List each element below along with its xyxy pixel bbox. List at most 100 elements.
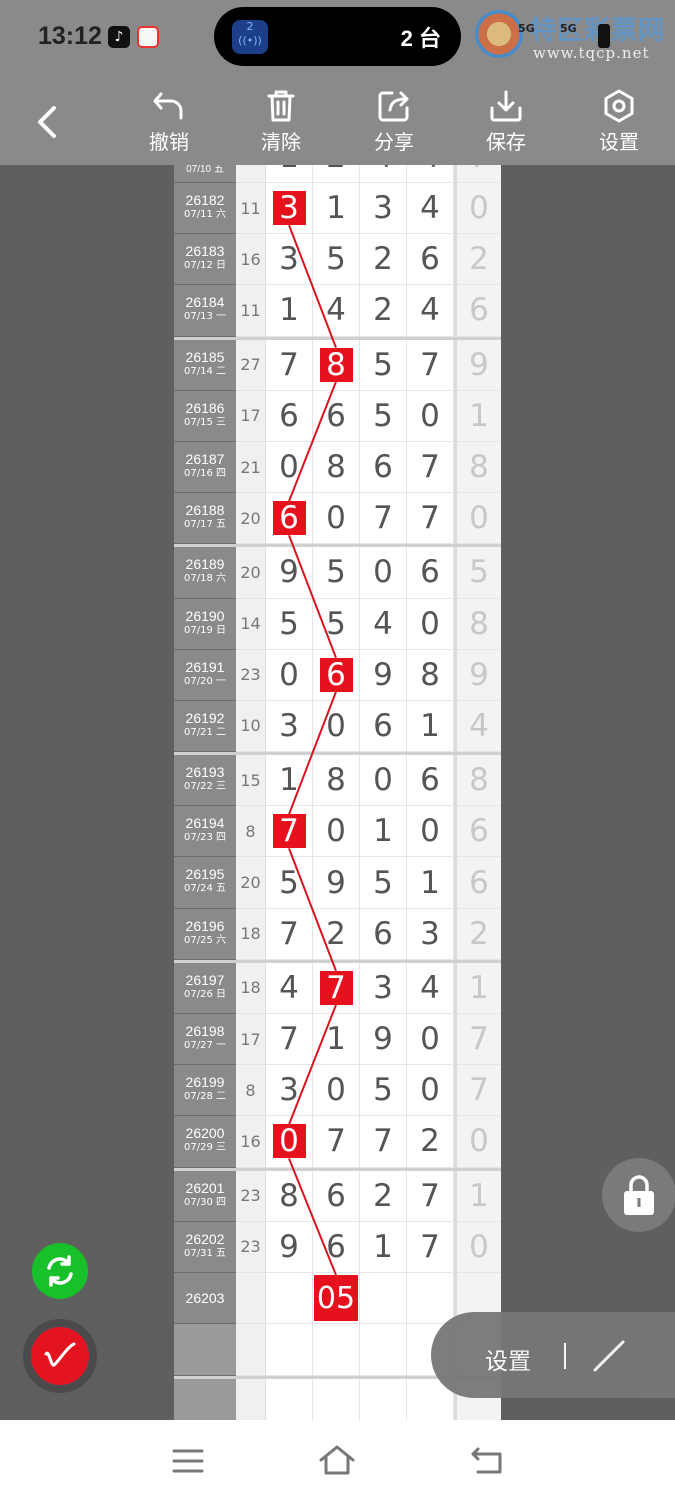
table-row[interactable]: 26202 07/31 五 23 9 6 1 7 0 [174, 1221, 501, 1273]
home-icon[interactable] [318, 1444, 356, 1476]
digit-cell[interactable]: 0 [313, 806, 360, 858]
table-row[interactable]: 26201 07/30 四 23 8 6 2 7 1 [174, 1167, 501, 1222]
digit-cell[interactable]: 4 [407, 183, 454, 235]
digit-cell[interactable]: 4 [407, 962, 454, 1014]
digit-cell[interactable] [407, 1272, 454, 1325]
digit-cell[interactable]: 9 [360, 649, 407, 701]
share-button[interactable]: 分享 [354, 88, 434, 155]
digit-cell[interactable]: 6 [313, 1170, 360, 1222]
digit-cell[interactable]: 7 [407, 493, 454, 545]
refresh-button[interactable] [32, 1243, 88, 1299]
digit-cell[interactable]: 5 [313, 598, 360, 650]
digit-cell[interactable]: 0 [266, 649, 313, 701]
digit-cell[interactable] [266, 1272, 313, 1325]
digit-cell[interactable]: 1 [360, 1221, 407, 1273]
digit-cell[interactable]: 7 [407, 1221, 454, 1273]
digit-cell[interactable]: 2 [360, 234, 407, 286]
digit-cell[interactable]: 0 [313, 493, 360, 545]
digit-cell[interactable]: 0 [407, 598, 454, 650]
digit-cell[interactable]: 7 [266, 1014, 313, 1066]
digit-cell[interactable]: 3 [266, 183, 313, 235]
digit-cell[interactable]: 9 [360, 1014, 407, 1066]
back-nav-icon[interactable] [470, 1446, 506, 1476]
digit-cell[interactable]: 0 [407, 1014, 454, 1066]
table-row[interactable]: 26190 07/19 日 14 5 5 4 0 8 [174, 598, 501, 650]
digit-cell[interactable]: 3 [407, 908, 454, 960]
digit-cell[interactable]: 1 [266, 755, 313, 807]
table-row[interactable]: 26188 07/17 五 20 6 0 7 7 0 [174, 493, 501, 545]
table-row[interactable]: 26196 07/25 六 18 7 2 6 3 2 [174, 908, 501, 960]
digit-cell[interactable]: 5 [313, 234, 360, 286]
digit-cell[interactable]: 6 [407, 234, 454, 286]
digit-cell[interactable]: 5 [360, 1065, 407, 1117]
digit-cell[interactable]: 0 [266, 1116, 313, 1168]
digit-cell[interactable]: 0 [313, 700, 360, 753]
digit-cell[interactable]: 8 [266, 1170, 313, 1222]
digit-cell[interactable]: 3 [266, 700, 313, 753]
digit-cell[interactable]: 1 [313, 183, 360, 235]
table-row[interactable]: 26195 07/24 五 20 5 9 5 1 6 [174, 857, 501, 909]
digit-cell[interactable]: 6 [360, 908, 407, 960]
digit-cell[interactable] [313, 1379, 360, 1420]
digit-cell[interactable] [360, 1379, 407, 1420]
floating-settings-label[interactable]: 设置 [485, 1342, 531, 1376]
digit-cell[interactable]: 7 [360, 493, 407, 545]
digit-cell[interactable]: 0 [407, 1065, 454, 1117]
digit-cell[interactable]: 6 [360, 700, 407, 753]
undo-button[interactable]: 撤销 [129, 88, 209, 155]
digit-cell[interactable]: 9 [313, 857, 360, 909]
digit-cell[interactable]: 9 [266, 547, 313, 599]
digit-cell[interactable]: 5 [266, 598, 313, 650]
dynamic-island[interactable]: 2 ((•)) 2 台 [214, 7, 461, 66]
digit-cell[interactable]: 8 [313, 339, 360, 391]
digit-cell[interactable]: 6 [407, 755, 454, 807]
table-row[interactable]: 26183 07/12 日 16 3 5 2 6 2 [174, 234, 501, 286]
save-button[interactable]: 保存 [466, 88, 546, 155]
digit-cell[interactable]: 3 [266, 1065, 313, 1117]
digit-cell[interactable]: 1 [407, 857, 454, 909]
trend-table[interactable]: 07/10 五 1 2 4 4 7 2618207/11 六1131340261… [174, 165, 501, 1420]
digit-cell[interactable] [360, 1324, 407, 1377]
digit-cell[interactable]: 4 [266, 962, 313, 1014]
digit-cell[interactable]: 5 [360, 390, 407, 442]
table-row[interactable]: 26186 07/15 三 17 6 6 5 0 1 [174, 390, 501, 442]
digit-cell[interactable]: 1 [313, 1014, 360, 1066]
digit-cell[interactable]: 4 [360, 598, 407, 650]
digit-cell[interactable] [266, 1379, 313, 1420]
digit-cell[interactable]: 2 [313, 908, 360, 960]
digit-cell[interactable]: 8 [313, 441, 360, 494]
digit-cell[interactable]: 5 [313, 547, 360, 599]
table-row[interactable]: 26182 07/11 六 11 3 1 3 4 0 [174, 183, 501, 235]
table-row[interactable]: 26185 07/14 二 27 7 8 5 7 9 [174, 336, 501, 391]
digit-cell[interactable]: 1 [266, 285, 313, 337]
table-row[interactable]: 26198 07/27 一 17 7 1 9 0 7 [174, 1014, 501, 1066]
digit-cell[interactable]: 8 [407, 649, 454, 701]
prediction-cell[interactable]: 05 [313, 1272, 360, 1325]
digit-cell[interactable]: 1 [360, 806, 407, 858]
digit-cell[interactable]: 0 [407, 806, 454, 858]
table-row-next[interactable]: 26203 05 [174, 1272, 501, 1325]
digit-cell[interactable]: 7 [360, 1116, 407, 1168]
digit-cell[interactable] [313, 1324, 360, 1377]
table-row[interactable]: 26189 07/18 六 20 9 5 0 6 5 [174, 544, 501, 599]
digit-cell[interactable]: 6 [360, 441, 407, 494]
table-row[interactable]: 26200 07/29 三 16 0 7 7 2 0 [174, 1116, 501, 1168]
digit-cell[interactable]: 2 [360, 285, 407, 337]
digit-cell[interactable]: 3 [266, 234, 313, 286]
digit-cell[interactable] [266, 1324, 313, 1377]
digit-cell[interactable]: 7 [407, 441, 454, 494]
line-tool-icon[interactable] [591, 1338, 627, 1374]
digit-cell[interactable]: 6 [407, 547, 454, 599]
table-row[interactable]: 26192 07/21 二 10 3 0 6 1 4 [174, 700, 501, 753]
digit-cell[interactable]: 0 [407, 390, 454, 442]
digit-cell[interactable]: 7 [313, 1116, 360, 1168]
digit-cell[interactable]: 0 [313, 1065, 360, 1117]
digit-cell[interactable]: 6 [313, 649, 360, 701]
digit-cell[interactable]: 7 [407, 339, 454, 391]
digit-cell[interactable]: 0 [266, 441, 313, 494]
digit-cell[interactable]: 6 [266, 493, 313, 545]
floating-settings-bar[interactable]: 设置 [431, 1312, 675, 1398]
table-row[interactable]: 26193 07/22 三 15 1 8 0 6 8 [174, 752, 501, 807]
digit-cell[interactable]: 5 [266, 857, 313, 909]
clear-button[interactable]: 清除 [241, 88, 321, 155]
